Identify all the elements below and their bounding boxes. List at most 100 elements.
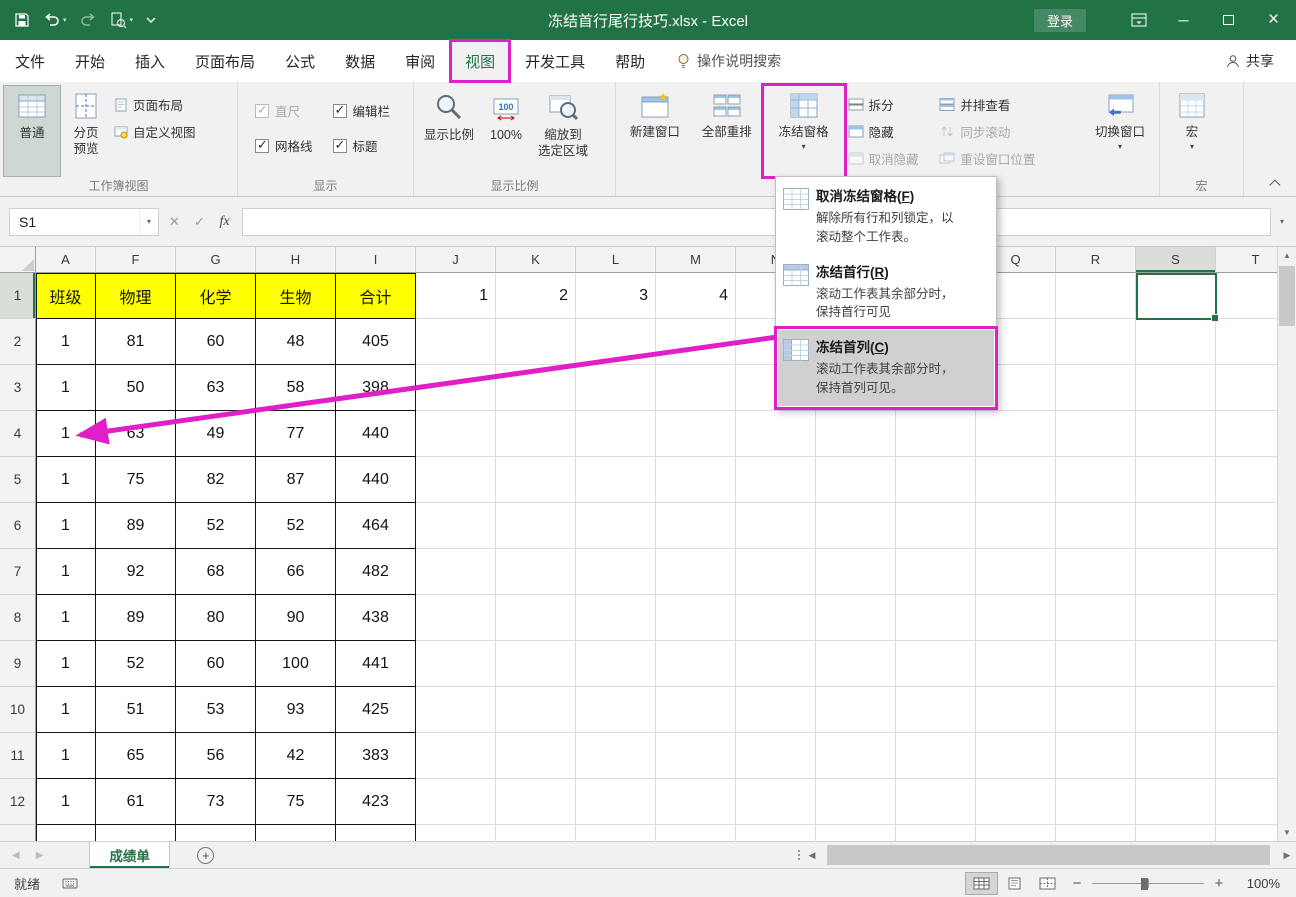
cell-J13[interactable] [416, 825, 496, 841]
column-header-H[interactable]: H [256, 247, 336, 273]
cell-S13[interactable] [1136, 825, 1216, 841]
cell-M4[interactable] [656, 411, 736, 457]
split-button[interactable]: 拆分 [845, 94, 937, 115]
freeze-panes-button[interactable]: 冻结窗格 ▾ [763, 85, 845, 177]
cell-H6[interactable]: 52 [256, 503, 336, 549]
close-button[interactable]: × [1251, 0, 1296, 40]
row-header-7[interactable]: 7 [0, 549, 36, 595]
cell-T12[interactable] [1216, 779, 1277, 825]
login-button[interactable]: 登录 [1034, 9, 1086, 32]
cell-T5[interactable] [1216, 457, 1277, 503]
gridlines-checkbox[interactable]: 网格线 [255, 136, 313, 155]
cell-Q5[interactable] [976, 457, 1056, 503]
cell-T9[interactable] [1216, 641, 1277, 687]
tab-scroll-splitter[interactable] [794, 842, 803, 868]
zoom-out-button[interactable]: − [1064, 875, 1090, 892]
cell-Q6[interactable] [976, 503, 1056, 549]
cell-I2[interactable]: 405 [336, 319, 416, 365]
column-header-L[interactable]: L [576, 247, 656, 273]
cell-A8[interactable]: 1 [36, 595, 96, 641]
cell-T6[interactable] [1216, 503, 1277, 549]
cell-O7[interactable] [816, 549, 896, 595]
cell-P6[interactable] [896, 503, 976, 549]
collapse-ribbon-icon[interactable] [1268, 176, 1286, 190]
cell-I5[interactable]: 440 [336, 457, 416, 503]
cell-I12[interactable]: 423 [336, 779, 416, 825]
cell-N13[interactable] [736, 825, 816, 841]
menu-item-冻结首行[interactable]: 冻结首行(R)滚动工作表其余部分时，保持首行可见 [778, 255, 994, 331]
column-header-T[interactable]: T [1216, 247, 1277, 273]
cell-J2[interactable] [416, 319, 496, 365]
cell-F9[interactable]: 52 [96, 641, 176, 687]
cell-Q9[interactable] [976, 641, 1056, 687]
cell-H12[interactable]: 75 [256, 779, 336, 825]
cell-R6[interactable] [1056, 503, 1136, 549]
cell-I9[interactable]: 441 [336, 641, 416, 687]
cell-G11[interactable]: 56 [176, 733, 256, 779]
cell-R11[interactable] [1056, 733, 1136, 779]
cell-H9[interactable]: 100 [256, 641, 336, 687]
column-header-K[interactable]: K [496, 247, 576, 273]
scroll-left-icon[interactable]: ◀ [803, 850, 821, 861]
zoom-slider-thumb[interactable] [1141, 878, 1148, 890]
cell-P4[interactable] [896, 411, 976, 457]
sheet-tab-active[interactable]: 成绩单 [89, 842, 170, 868]
zoom-level[interactable]: 100% [1232, 876, 1296, 891]
cell-N11[interactable] [736, 733, 816, 779]
cell-F12[interactable]: 61 [96, 779, 176, 825]
tab-开始[interactable]: 开始 [60, 40, 120, 82]
cell-L10[interactable] [576, 687, 656, 733]
cell-S11[interactable] [1136, 733, 1216, 779]
cell-S7[interactable] [1136, 549, 1216, 595]
cell-H2[interactable]: 48 [256, 319, 336, 365]
cell-A4[interactable]: 1 [36, 411, 96, 457]
tab-审阅[interactable]: 审阅 [390, 40, 450, 82]
tab-插入[interactable]: 插入 [120, 40, 180, 82]
cell-F5[interactable]: 75 [96, 457, 176, 503]
cell-M10[interactable] [656, 687, 736, 733]
row-header-2[interactable]: 2 [0, 319, 36, 365]
cell-O10[interactable] [816, 687, 896, 733]
next-sheet-icon[interactable]: ▶ [36, 850, 44, 861]
cell-M11[interactable] [656, 733, 736, 779]
unhide-button[interactable]: 取消隐藏 [845, 148, 937, 169]
scroll-right-icon[interactable]: ▶ [1278, 850, 1296, 861]
cell-O13[interactable] [816, 825, 896, 841]
tab-文件[interactable]: 文件 [0, 40, 60, 82]
cell-S4[interactable] [1136, 411, 1216, 457]
cell-A5[interactable]: 1 [36, 457, 96, 503]
cell-S3[interactable] [1136, 365, 1216, 411]
zoom-to-selection-button[interactable]: 缩放到 选定区域 [531, 85, 595, 177]
cell-L9[interactable] [576, 641, 656, 687]
cell-J7[interactable] [416, 549, 496, 595]
cell-H13[interactable] [256, 825, 336, 841]
cell-H3[interactable]: 58 [256, 365, 336, 411]
cell-L11[interactable] [576, 733, 656, 779]
cell-O12[interactable] [816, 779, 896, 825]
cell-K10[interactable] [496, 687, 576, 733]
cell-R3[interactable] [1056, 365, 1136, 411]
cell-R8[interactable] [1056, 595, 1136, 641]
cell-N4[interactable] [736, 411, 816, 457]
cell-M3[interactable] [656, 365, 736, 411]
cell-N8[interactable] [736, 595, 816, 641]
custom-views-button[interactable]: 自定义视图 [111, 121, 199, 142]
column-header-R[interactable]: R [1056, 247, 1136, 273]
cell-K2[interactable] [496, 319, 576, 365]
tab-数据[interactable]: 数据 [330, 40, 390, 82]
cell-R4[interactable] [1056, 411, 1136, 457]
cell-R1[interactable] [1056, 273, 1136, 319]
share-button[interactable]: 共享 [1226, 40, 1296, 82]
print-preview-icon[interactable]: ▾ [110, 12, 134, 29]
cell-T1[interactable] [1216, 273, 1277, 319]
cell-K3[interactable] [496, 365, 576, 411]
cell-G9[interactable]: 60 [176, 641, 256, 687]
expand-formula-bar-icon[interactable]: ▾ [1271, 217, 1293, 226]
cell-G4[interactable]: 49 [176, 411, 256, 457]
cell-T8[interactable] [1216, 595, 1277, 641]
zoom-in-button[interactable]: + [1206, 875, 1232, 892]
undo-icon[interactable]: ▾ [43, 13, 67, 27]
cell-A3[interactable]: 1 [36, 365, 96, 411]
cell-M12[interactable] [656, 779, 736, 825]
column-header-I[interactable]: I [336, 247, 416, 273]
